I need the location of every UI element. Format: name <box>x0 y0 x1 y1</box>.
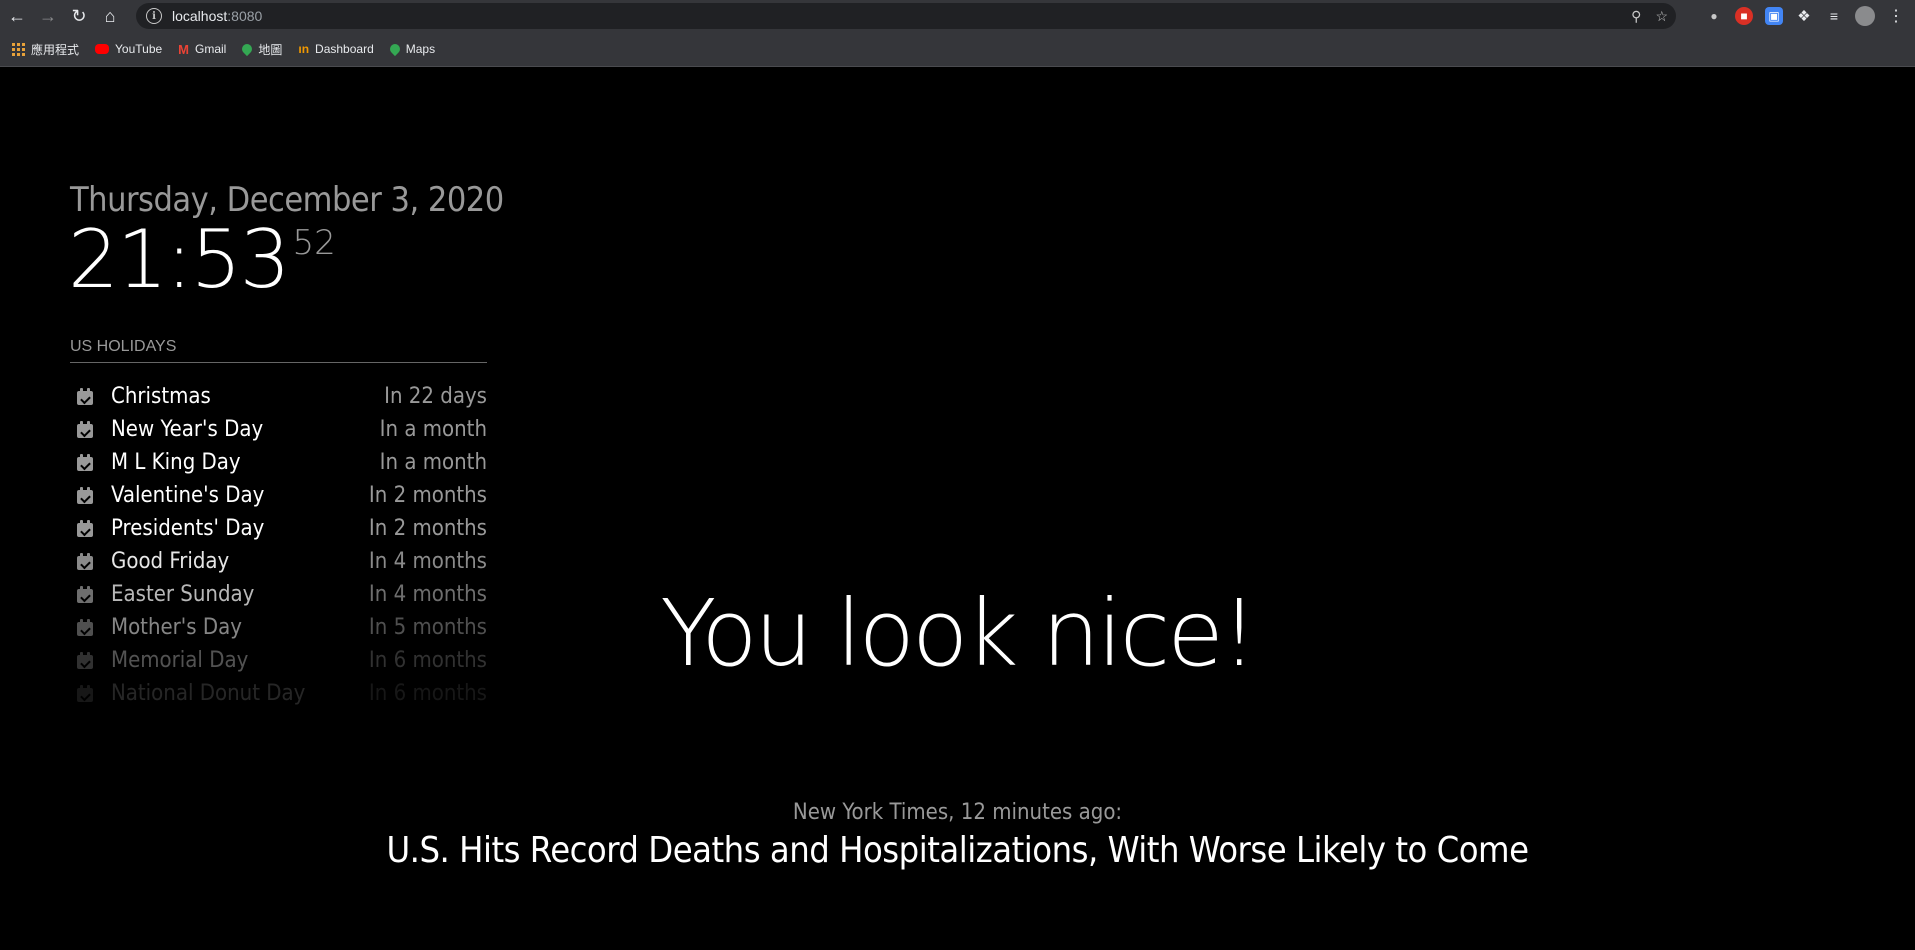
bookmarks-bar: 應用程式 YouTube M Gmail 地圖 ın Dashboard Map… <box>0 32 1915 67</box>
holiday-name: Valentine's Day <box>111 483 265 508</box>
compliment-text: You look nice! <box>660 580 1257 687</box>
maps-pin-icon <box>240 41 255 57</box>
profile-avatar[interactable] <box>1855 6 1875 26</box>
bookmark-gmail[interactable]: M Gmail <box>178 42 227 57</box>
translate-extension-icon[interactable]: ▣ <box>1765 7 1783 25</box>
holiday-time: In a month <box>379 450 487 475</box>
holiday-time: In 2 months <box>368 483 487 508</box>
bookmark-dashboard[interactable]: ın Dashboard <box>298 42 373 56</box>
holiday-row: Christmas In 22 days <box>70 380 487 413</box>
calendar-check-icon <box>77 553 93 570</box>
calendar-check-icon <box>77 388 93 405</box>
gmail-icon: M <box>178 42 190 57</box>
holiday-name: Christmas <box>111 384 211 409</box>
menu-kebab-icon[interactable]: ⋮ <box>1887 7 1905 25</box>
calendar-check-icon <box>77 487 93 504</box>
news-source: New York Times, 12 minutes ago: <box>792 800 1123 825</box>
apps-grid-icon <box>12 42 25 56</box>
holiday-time: In a month <box>379 417 487 442</box>
bookmark-label: 應用程式 <box>31 42 80 57</box>
bookmark-maps[interactable]: Maps <box>387 41 436 57</box>
address-bar[interactable]: i localhost:8080 ⚲ ☆ <box>136 3 1676 29</box>
calendar-check-icon <box>77 685 93 702</box>
calendar-check-icon <box>77 454 93 471</box>
holiday-time: In 2 months <box>368 516 487 541</box>
home-icon[interactable]: ⌂ <box>96 2 124 30</box>
holiday-name: Good Friday <box>111 549 230 574</box>
youtube-icon <box>95 44 110 54</box>
back-arrow-icon[interactable]: ← <box>3 2 31 30</box>
holiday-name: New Year's Day <box>111 417 264 442</box>
browser-toolbar: ← → ↻ ⌂ i localhost:8080 ⚲ ☆ ● ■ ▣ ❖ ≡ ⋮ <box>0 0 1915 32</box>
bookmark-label: Maps <box>405 42 436 56</box>
bookmark-youtube[interactable]: YouTube <box>95 42 162 56</box>
calendar-check-icon <box>77 520 93 537</box>
url-text[interactable]: localhost:8080 <box>172 8 262 24</box>
reload-icon[interactable]: ↻ <box>65 2 93 30</box>
bookmark-label: Dashboard <box>315 42 374 56</box>
bookmark-apps[interactable]: 應用程式 <box>12 41 79 58</box>
holiday-time: In 22 days <box>384 384 487 409</box>
bookmark-label: Gmail <box>195 42 227 56</box>
holiday-row: Valentine's Day In 2 months <box>70 479 487 512</box>
url-port: :8080 <box>227 8 263 24</box>
holiday-row: Good Friday In 4 months <box>70 545 487 578</box>
red-shield-extension-icon[interactable]: ■ <box>1735 7 1753 25</box>
zoom-icon[interactable]: ⚲ <box>1631 8 1641 25</box>
clock-time: 21:53 52 <box>68 220 336 300</box>
calendar-check-icon <box>77 421 93 438</box>
bookmark-star-icon[interactable]: ☆ <box>1655 8 1668 25</box>
clock-seconds: 52 <box>292 223 336 263</box>
bookmark-label: 地圖 <box>258 42 283 57</box>
news-headline: U.S. Hits Record Deaths and Hospitalizat… <box>386 830 1529 871</box>
forward-arrow-icon[interactable]: → <box>34 2 62 30</box>
bookmark-label: YouTube <box>115 42 163 56</box>
holiday-name: Presidents' Day <box>111 516 265 541</box>
holiday-time: In 4 months <box>368 549 487 574</box>
holiday-row: New Year's Day In a month <box>70 413 487 446</box>
bookmark-maps-zh[interactable]: 地圖 <box>240 41 283 58</box>
clock-hours-minutes: 21:53 <box>68 213 291 306</box>
info-icon[interactable]: i <box>146 8 162 24</box>
lightbulb-extension-icon[interactable]: ● <box>1705 7 1723 25</box>
holiday-row: Presidents' Day In 2 months <box>70 512 487 545</box>
reading-list-icon[interactable]: ≡ <box>1825 7 1843 25</box>
url-host: localhost <box>172 8 228 24</box>
dashboard-icon: ın <box>298 42 310 56</box>
holiday-name: M L King Day <box>111 450 241 475</box>
extensions-puzzle-icon[interactable]: ❖ <box>1795 7 1813 25</box>
maps-pin-icon <box>387 41 402 57</box>
holidays-header: US HOLIDAYS <box>70 338 487 363</box>
holiday-row: M L King Day In a month <box>70 446 487 479</box>
